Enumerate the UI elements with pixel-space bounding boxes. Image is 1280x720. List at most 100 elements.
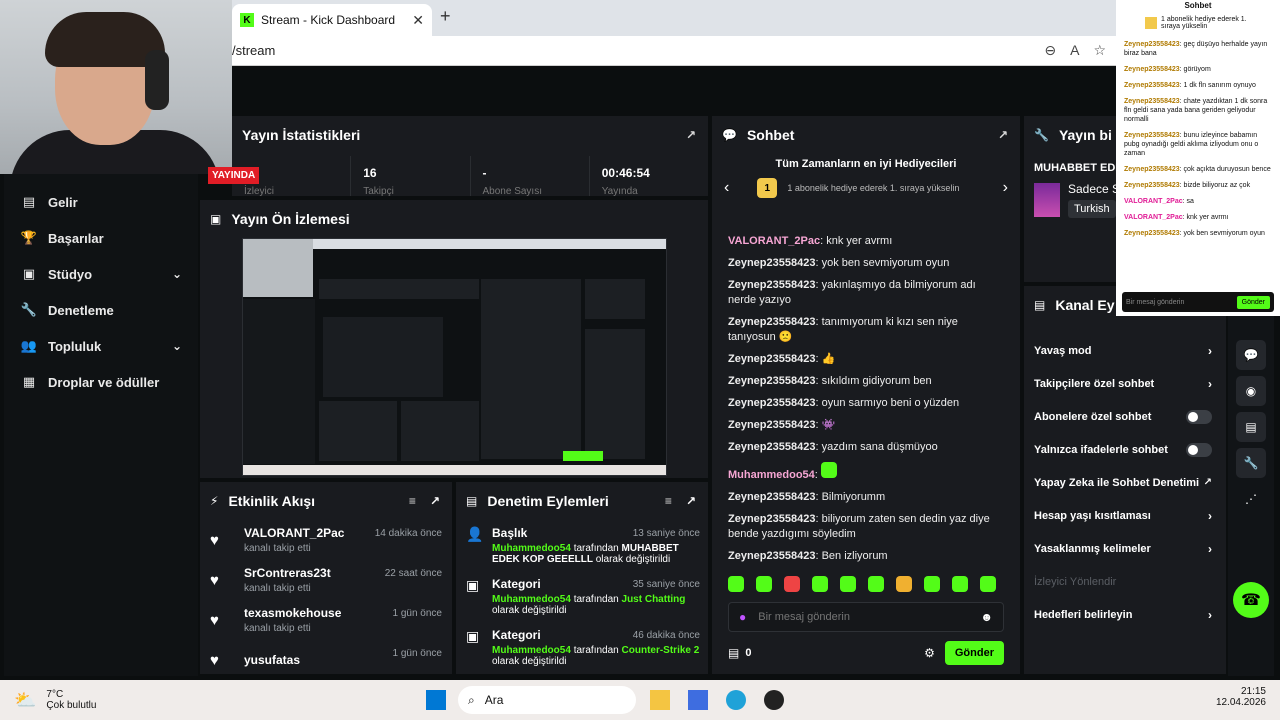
chat-message: Zeynep23558423: yok ben sevmiyorum oyun	[728, 257, 950, 269]
popout-input[interactable]: Bir mesaj gönderin	[1126, 299, 1196, 306]
emote-icon[interactable]	[812, 576, 828, 592]
emote-icon[interactable]	[784, 576, 800, 592]
studio-icon: ▣	[22, 266, 36, 281]
send-button[interactable]: Gönder	[944, 641, 1004, 665]
filter-icon[interactable]: ≡	[409, 494, 416, 508]
chat-message: Zeynep23558423: yakınlaşmıyo da bilmiyor…	[728, 279, 976, 306]
setting-subscribers-only[interactable]: Abonelere özel sohbet	[1024, 400, 1226, 433]
chevron-down-icon[interactable]: ⌄	[172, 339, 182, 353]
gift-icon: ▦	[22, 374, 36, 389]
chevron-right-icon: ›	[1208, 508, 1212, 523]
sidebar-item-label: Topluluk	[48, 338, 102, 354]
weather-widget[interactable]: ⛅ 7°C Çok bulutlu	[0, 689, 96, 711]
chevron-down-icon[interactable]: ⌄	[172, 267, 182, 281]
popout-icon[interactable]: ↗	[430, 494, 440, 508]
popout-chat-message: Zeynep23558423: bizde biliyoruz az çok	[1124, 182, 1251, 189]
read-aloud-icon[interactable]: A	[1070, 42, 1079, 59]
windows-start-icon[interactable]	[426, 690, 446, 710]
emote-icon[interactable]	[980, 576, 996, 592]
sidebar-item-basarilar[interactable]: 🏆 Başarılar	[4, 220, 198, 256]
popout-messages: Zeynep23558423: geç düşüyo herhalde yayı…	[1116, 40, 1280, 238]
close-tab-icon[interactable]: ✕	[412, 12, 424, 29]
popout-icon[interactable]: ↗	[686, 494, 696, 508]
taskbar-search[interactable]: ⌕ Ara	[458, 686, 636, 714]
emote-bar	[728, 576, 1004, 594]
edge-icon[interactable]	[726, 690, 746, 710]
setting-emotes-only[interactable]: Yalnızca ifadelerle sohbet	[1024, 433, 1226, 466]
heart-icon: ♥	[210, 531, 219, 549]
setting-followers-only[interactable]: Takipçilere özel sohbet ›	[1024, 367, 1226, 400]
wrench-icon[interactable]: 🔧	[1236, 448, 1266, 478]
setting-ai-moderation[interactable]: Yapay Zeka ile Sohbet Denetimi ↗	[1024, 466, 1226, 499]
preview-icon: ▣	[210, 212, 222, 226]
store-icon[interactable]	[688, 690, 708, 710]
sidebar-item-gelir[interactable]: ▤ Gelir	[4, 184, 198, 220]
obs-icon[interactable]	[764, 690, 784, 710]
sidebar-item-topluluk[interactable]: 👥 Topluluk ⌄	[4, 328, 198, 364]
share-icon[interactable]: ⋰	[1236, 484, 1266, 514]
heart-icon: ♥	[210, 651, 219, 669]
popout-send-button[interactable]: Gönder	[1236, 295, 1270, 309]
bolt-icon: ⚡	[210, 494, 219, 508]
chat-icon[interactable]: 💬	[1236, 340, 1266, 370]
setting-goals[interactable]: Hedefleri belirleyin ›	[1024, 598, 1226, 631]
setting-account-age[interactable]: Hesap yaşı kısıtlaması ›	[1024, 499, 1226, 532]
settings-gear-icon[interactable]: ⚙	[924, 646, 935, 660]
popout-input-bar[interactable]: Bir mesaj gönderin Gönder	[1122, 292, 1274, 312]
broadcast-icon[interactable]: ◉	[1236, 376, 1266, 406]
stream-preview-video[interactable]	[242, 238, 667, 476]
chat-input-container[interactable]: ● ☻	[728, 602, 1004, 632]
next-arrow-icon[interactable]: ›	[1003, 179, 1008, 197]
file-explorer-icon[interactable]	[650, 690, 670, 710]
emote-icon[interactable]	[952, 576, 968, 592]
emote-icon[interactable]	[924, 576, 940, 592]
emoji-icon[interactable]: ☻	[980, 610, 993, 624]
heart-icon: ♥	[210, 611, 219, 629]
popout-icon[interactable]: ↗	[998, 128, 1008, 142]
chat-input[interactable]	[758, 611, 981, 623]
toggle-switch[interactable]	[1186, 409, 1212, 424]
sidebar-item-droplar[interactable]: ▦ Droplar ve ödüller	[4, 364, 198, 400]
address-bar[interactable]: /stream ⊖ A ☆	[232, 36, 1116, 66]
sidebar-item-studyo[interactable]: ▣ Stüdyo ⌄	[4, 256, 198, 292]
sidebar: ▤ Gelir 🏆 Başarılar ▣ Stüdyo ⌄ 🔧 Denetle…	[4, 174, 198, 676]
top-gifters-text: 1 abonelik hediye ederek 1. sıraya yükse…	[787, 183, 960, 193]
quick-actions-bar: 💬 ◉ ▤ 🔧 ⋰ ☎	[1228, 286, 1274, 676]
emote-icon[interactable]	[840, 576, 856, 592]
browser-tab[interactable]: K Stream - Kick Dashboard ✕	[232, 4, 432, 36]
mic-icon[interactable]: ●	[739, 610, 746, 624]
popout-chat-message: Zeynep23558423: bunu izleyince babamın p…	[1124, 132, 1259, 157]
new-tab-button[interactable]: +	[440, 6, 451, 27]
category-icon: ▣	[466, 628, 480, 644]
emote-icon[interactable]	[756, 576, 772, 592]
chat-message: Zeynep23558423: Bilmiyorumm	[728, 491, 886, 503]
points-count: 0	[745, 647, 752, 659]
filter-icon[interactable]: ≡	[665, 494, 672, 508]
emote-icon[interactable]	[868, 576, 884, 592]
chat-message: Zeynep23558423: sıkıldım gidiyorum ben	[728, 375, 932, 387]
setting-slow-mode[interactable]: Yavaş mod ›	[1024, 334, 1226, 367]
zoom-icon[interactable]: ⊖	[1044, 42, 1056, 59]
taskbar-apps	[650, 690, 784, 710]
system-clock[interactable]: 21:15 12.04.2026	[1216, 686, 1266, 708]
stream-stats-panel: Yayın İstatistikleri ↗ 0İzleyici 16Takip…	[232, 116, 708, 197]
address-text[interactable]: /stream	[232, 43, 275, 58]
setting-banned-words[interactable]: Yasaklanmış kelimeler ›	[1024, 532, 1226, 565]
list-item: ♥ SrContreras23t kanalı takip etti 22 saa…	[210, 566, 442, 594]
help-button[interactable]: ☎	[1233, 582, 1269, 618]
prev-arrow-icon[interactable]: ‹	[724, 179, 729, 197]
gift-box-icon[interactable]: ▤	[728, 646, 739, 660]
emote-icon[interactable]	[728, 576, 744, 592]
trophy-icon: 🏆	[20, 230, 38, 245]
popout-chat-message: VALORANT_2Pac: sa	[1124, 198, 1194, 205]
chat-footer: ▤ 0 ⚙ Gönder	[728, 640, 1004, 666]
preview-thumbnail	[243, 239, 666, 475]
favorite-star-icon[interactable]: ☆	[1093, 42, 1106, 59]
list-item: ♥ texasmokehouse kanalı takip etti 1 gün …	[210, 606, 442, 634]
toggle-switch[interactable]	[1186, 442, 1212, 457]
popout-title: Sohbet	[1184, 1, 1212, 10]
layout-icon[interactable]: ▤	[1236, 412, 1266, 442]
emote-icon[interactable]	[896, 576, 912, 592]
sidebar-item-denetleme[interactable]: 🔧 Denetleme	[4, 292, 198, 328]
popout-icon[interactable]: ↗	[686, 128, 696, 142]
